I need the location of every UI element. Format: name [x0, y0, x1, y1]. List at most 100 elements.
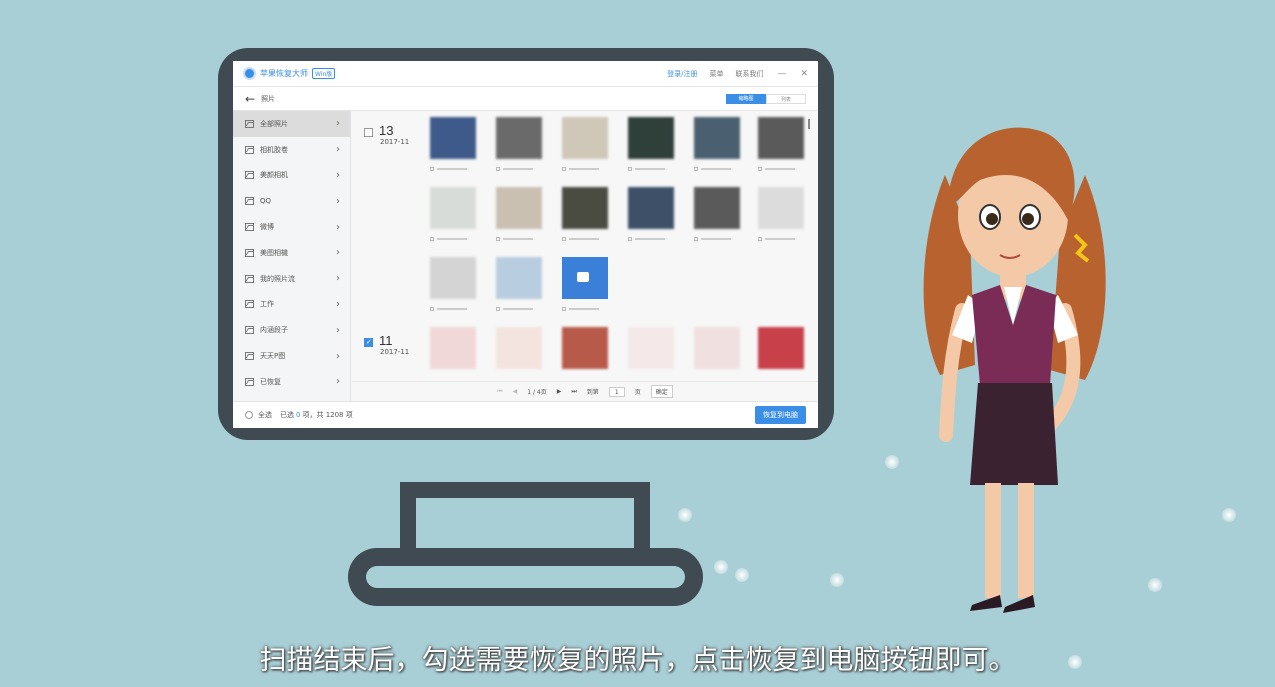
footer-bar: 全选 已选 0 项，共 1208 项 恢复到电脑 [233, 401, 818, 428]
selected-count: 0 [296, 411, 301, 419]
image-icon [245, 377, 254, 386]
sidebar-item-label: QQ [260, 197, 272, 206]
sidebar-item-label: 全部照片 [260, 119, 288, 128]
group-checkbox[interactable] [364, 338, 373, 347]
sidebar-item[interactable]: 美颜相机 › [233, 163, 350, 189]
group-checkbox[interactable] [364, 128, 373, 137]
chevron-right-icon: › [336, 324, 340, 336]
thumbnail-caption[interactable] [628, 167, 674, 171]
page-title: 照片 [261, 94, 276, 103]
sidebar-item[interactable]: 工作 › [233, 292, 350, 318]
contact-link[interactable]: 联系我们 [735, 69, 763, 79]
chevron-right-icon: › [336, 273, 340, 285]
photo-thumbnail[interactable] [496, 257, 542, 299]
sidebar-item-label: 美颜相机 [260, 171, 288, 180]
group-day: 13 [379, 123, 394, 138]
photo-thumbnail[interactable] [496, 327, 542, 369]
sidebar-item-label: 相机胶卷 [260, 145, 288, 154]
chevron-right-icon: › [336, 376, 340, 388]
photo-thumbnail[interactable] [758, 327, 804, 369]
thumbnail-caption[interactable] [430, 307, 476, 311]
list-view-toggle[interactable]: 列表 [766, 93, 806, 104]
sidebar-item[interactable]: 相机胶卷 › [233, 137, 350, 163]
photo-thumbnail[interactable] [430, 327, 476, 369]
select-all-radio[interactable] [245, 411, 253, 419]
photo-thumbnail[interactable] [496, 187, 542, 229]
sidebar-item[interactable]: 已恢复 › [233, 369, 350, 395]
photo-thumbnail[interactable] [430, 257, 476, 299]
page-unit: 页 [634, 389, 641, 396]
photo-grid: 13 2017-11 11 2017-11 ⏮ ◀ 1 / 4页 ▶ ⏭ 到第 … [352, 111, 818, 401]
group-month: 2017-11 [380, 138, 410, 146]
thumbnail-caption[interactable] [758, 167, 804, 171]
sidebar-item-label: 已恢复 [260, 377, 281, 386]
thumbnail-caption[interactable] [694, 167, 740, 171]
first-page-icon[interactable]: ⏮ [497, 388, 502, 396]
chevron-right-icon: › [336, 298, 340, 310]
last-page-icon[interactable]: ⏭ [571, 388, 576, 396]
close-icon[interactable]: ✕ [800, 69, 808, 79]
next-page-icon[interactable]: ▶ [557, 388, 562, 395]
photo-thumbnail[interactable] [694, 327, 740, 369]
sidebar-item[interactable]: QQ › [233, 188, 350, 214]
photo-thumbnail[interactable] [694, 117, 740, 159]
image-icon [245, 326, 254, 335]
thumbnail-view-toggle[interactable]: 缩略图 [726, 93, 766, 104]
thumbnail-caption[interactable] [562, 167, 608, 171]
photo-thumbnail[interactable] [430, 117, 476, 159]
sidebar-item[interactable]: 微博 › [233, 214, 350, 240]
image-icon [245, 145, 254, 154]
photo-thumbnail[interactable] [694, 187, 740, 229]
minimize-icon[interactable]: — [777, 69, 786, 79]
scrollbar[interactable] [808, 119, 810, 129]
sidebar-item-label: 天天P图 [260, 352, 286, 361]
recover-to-pc-button[interactable]: 恢复到电脑 [755, 406, 806, 424]
photo-thumbnail[interactable] [628, 327, 674, 369]
photo-thumbnail[interactable] [496, 117, 542, 159]
prev-page-icon[interactable]: ◀ [513, 388, 518, 395]
sparkle-decoration [1222, 508, 1236, 522]
chevron-right-icon: › [336, 247, 340, 259]
page-input[interactable]: 1 [608, 386, 625, 397]
thumbnail-caption[interactable] [628, 237, 674, 241]
select-all-label: 全选 [258, 411, 272, 419]
photo-thumbnail[interactable] [758, 117, 804, 159]
sidebar-item[interactable]: 全部照片 › [233, 111, 350, 137]
back-arrow-icon[interactable]: ← [245, 92, 255, 106]
thumbnail-caption[interactable] [562, 307, 608, 311]
confirm-button[interactable]: 确定 [650, 385, 673, 398]
menu-button[interactable]: 菜单 [709, 69, 723, 79]
image-icon [245, 248, 254, 257]
photo-thumbnail[interactable] [562, 327, 608, 369]
thumbnail-caption[interactable] [694, 237, 740, 241]
photo-thumbnail[interactable] [628, 187, 674, 229]
sidebar-item[interactable]: 我的照片流 › [233, 266, 350, 292]
photo-thumbnail[interactable] [628, 117, 674, 159]
sidebar-item[interactable]: 美图相機 › [233, 240, 350, 266]
sidebar-item[interactable]: 内涵段子 › [233, 317, 350, 343]
account-link[interactable]: 登录/注册 [667, 69, 697, 79]
thumbnail-caption[interactable] [496, 167, 542, 171]
photo-thumbnail[interactable] [562, 257, 608, 299]
date-group-13: 13 2017-11 [364, 123, 409, 146]
edition-badge: Win版 [312, 68, 336, 79]
presenter-character [923, 127, 1106, 613]
sidebar-item[interactable]: 天天P图 › [233, 343, 350, 369]
thumbnail-caption[interactable] [430, 237, 476, 241]
thumbnail-caption[interactable] [430, 167, 476, 171]
video-icon [577, 272, 589, 282]
sparkle-decoration [714, 560, 728, 574]
photo-thumbnail[interactable] [562, 187, 608, 229]
photo-thumbnail[interactable] [758, 187, 804, 229]
chevron-right-icon: › [336, 144, 340, 156]
chevron-right-icon: › [336, 118, 340, 130]
thumbnail-caption[interactable] [562, 237, 608, 241]
thumbnail-caption[interactable] [758, 237, 804, 241]
thumbnail-caption[interactable] [496, 307, 542, 311]
sparkle-decoration [678, 508, 692, 522]
photo-thumbnail[interactable] [430, 187, 476, 229]
photo-thumbnail[interactable] [562, 117, 608, 159]
thumbnail-caption[interactable] [496, 237, 542, 241]
chevron-right-icon: › [336, 169, 340, 181]
sub-header: ← 照片 缩略图 列表 [233, 87, 818, 111]
